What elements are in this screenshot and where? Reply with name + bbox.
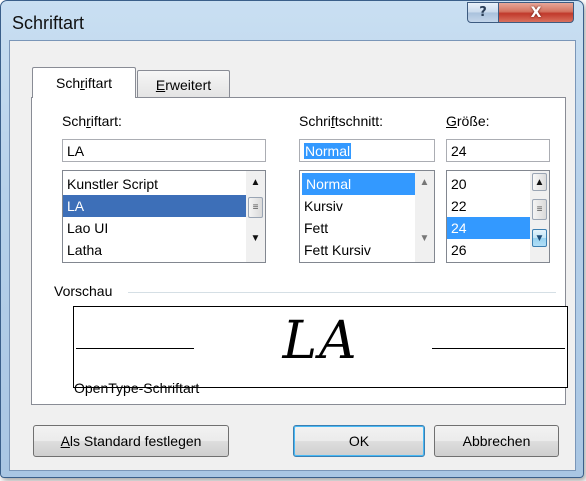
window-title: Schriftart <box>12 13 85 33</box>
scroll-up-icon[interactable]: ▲ <box>532 173 547 191</box>
preview-divider <box>128 292 556 293</box>
close-icon: X <box>530 4 542 21</box>
font-scrollbar[interactable]: ▲ ≡ ▼ <box>246 171 265 262</box>
list-item[interactable]: Lao UI <box>63 217 265 239</box>
size-label: Größe: <box>446 113 490 129</box>
style-label: Schriftschnitt: <box>299 113 384 129</box>
title-bar[interactable]: Schriftart ? X <box>1 1 583 39</box>
scroll-up-icon[interactable]: ▲ <box>248 173 263 191</box>
scroll-thumb[interactable]: ≡ <box>248 197 263 218</box>
button-label: Als Standard festlegen <box>60 433 202 449</box>
font-label: Schriftart: <box>62 113 122 129</box>
font-name-input[interactable]: LA <box>62 139 266 162</box>
list-item[interactable]: Kunstler Script <box>63 173 265 195</box>
font-size-listbox[interactable]: 20 22 24 26 ▲ ≡ ▼ <box>446 170 550 263</box>
font-style-input[interactable]: Normal <box>299 139 435 162</box>
list-item[interactable]: Kursiv <box>300 195 434 217</box>
tab-label: Erweitert <box>155 76 212 93</box>
list-item-selected[interactable]: 24 <box>447 217 530 239</box>
scroll-thumb[interactable]: ≡ <box>532 199 547 220</box>
button-label: Abbrechen <box>462 433 531 449</box>
preview-box: LA <box>73 306 568 388</box>
help-icon: ? <box>479 5 487 20</box>
list-item-selected[interactable]: Normal <box>302 173 415 195</box>
style-scrollbar[interactable]: ▲ ▼ <box>415 171 434 262</box>
preview-sample-text: LA <box>282 311 359 371</box>
font-listbox[interactable]: Kunstler Script LA Lao UI Latha ▲ ≡ ▼ <box>62 170 266 263</box>
list-item[interactable]: Fett Kursiv <box>300 239 434 261</box>
tab-schriftart[interactable]: Schriftart <box>32 67 136 98</box>
list-item[interactable]: Fett <box>300 217 434 239</box>
help-button[interactable]: ? <box>467 2 499 23</box>
dialog-client-area: Schriftart Erweitert Schriftart: LA Kuns… <box>9 40 576 471</box>
scroll-up-icon[interactable]: ▲ <box>417 173 432 191</box>
font-style-listbox[interactable]: Normal Kursiv Fett Fett Kursiv ▲ ▼ <box>299 170 435 263</box>
font-dialog-window: Schriftart ? X Schriftart Erweitert Schr… <box>0 0 584 478</box>
size-scrollbar[interactable]: ▲ ≡ ▼ <box>530 171 549 262</box>
scroll-down-icon[interactable]: ▼ <box>248 229 263 247</box>
preview-label: Vorschau <box>54 283 113 299</box>
tab-erweitert[interactable]: Erweitert <box>137 70 230 98</box>
button-label: OK <box>348 433 370 449</box>
font-size-input[interactable]: 24 <box>446 139 550 162</box>
list-item-selected[interactable]: LA <box>63 195 246 217</box>
close-button[interactable]: X <box>498 2 574 23</box>
font-type-label: OpenType-Schriftart <box>74 380 200 396</box>
scroll-down-icon[interactable]: ▼ <box>532 229 547 247</box>
tab-panel: Schriftart: LA Kunstler Script LA Lao UI… <box>31 97 568 405</box>
scroll-down-icon[interactable]: ▼ <box>417 229 432 247</box>
cancel-button[interactable]: Abbrechen <box>434 425 559 457</box>
ok-button[interactable]: OK <box>293 425 425 457</box>
tab-label: Schriftart <box>55 75 113 91</box>
set-default-button[interactable]: Als Standard festlegen <box>33 425 229 457</box>
list-item[interactable]: Latha <box>63 239 265 261</box>
